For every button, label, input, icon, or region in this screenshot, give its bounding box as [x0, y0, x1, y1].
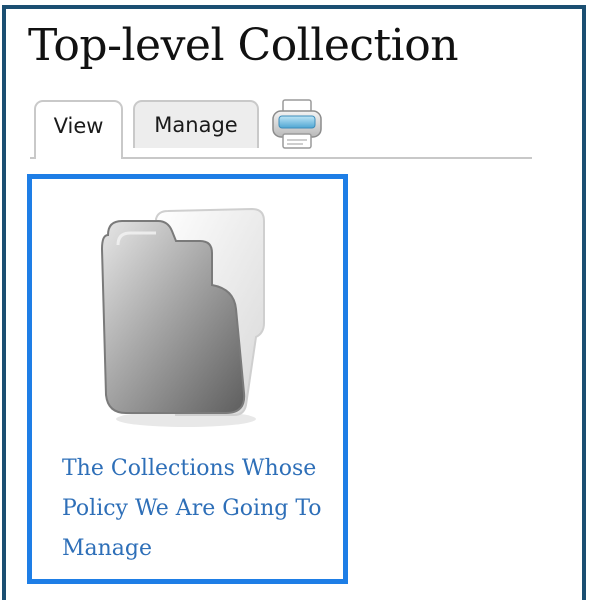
tab-bar: View Manage: [30, 96, 532, 159]
page-title: Top-level Collection: [28, 20, 459, 71]
print-button[interactable]: [267, 98, 327, 152]
folder-icon: [100, 207, 265, 427]
collection-card[interactable]: The Collections Whose Policy We Are Goin…: [27, 174, 348, 584]
tab-view[interactable]: View: [34, 100, 123, 159]
collection-link[interactable]: The Collections Whose Policy We Are Goin…: [62, 449, 342, 569]
tab-manage[interactable]: Manage: [133, 100, 259, 148]
printer-icon: [272, 99, 322, 149]
